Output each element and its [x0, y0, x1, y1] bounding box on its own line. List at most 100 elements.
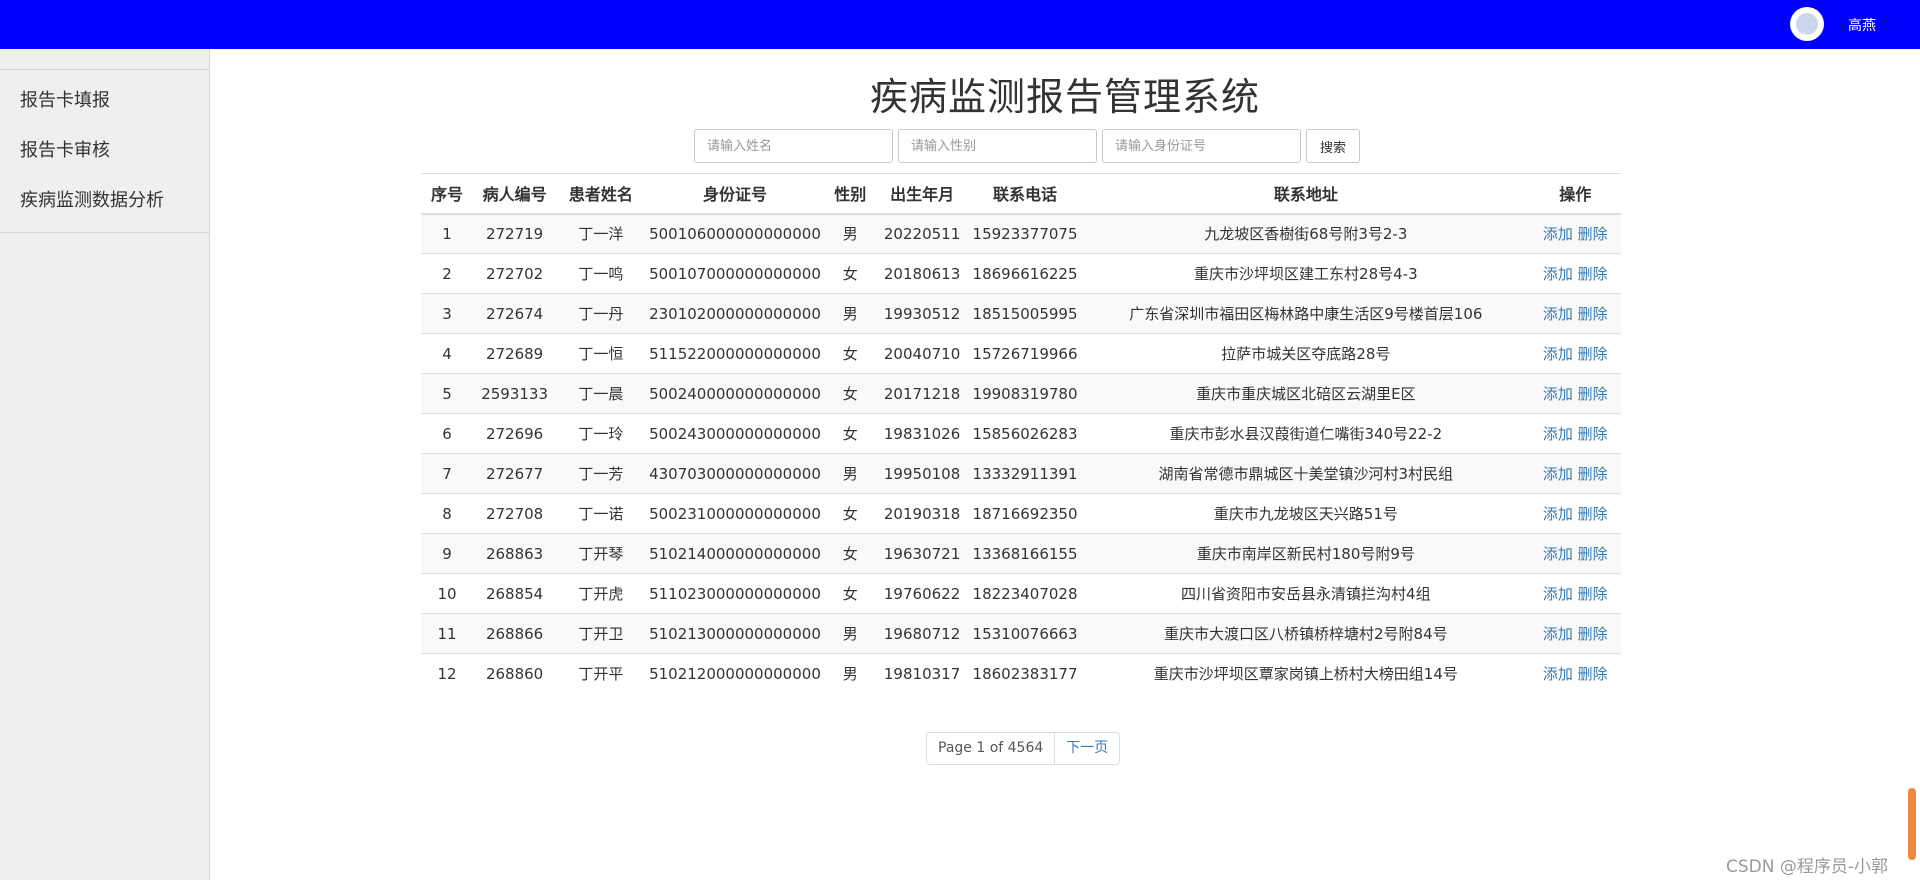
sidebar: 报告卡填报 报告卡审核 疾病监测数据分析 — [0, 49, 210, 880]
column-header: 序号 — [421, 173, 473, 215]
table-row: 5 2593133 丁一晨 500240000000000000 女 20171218 19… — [421, 373, 1621, 414]
table-cell: 20040710 — [876, 333, 968, 374]
table-cell: 丁一鸣 — [556, 253, 646, 294]
table-cell: 5 — [421, 373, 473, 414]
search-bar: 搜索 — [694, 129, 1360, 163]
add-link[interactable]: 添加 — [1543, 345, 1573, 363]
add-link[interactable]: 添加 — [1543, 385, 1573, 403]
table-row: 12 268860 丁开平 510212000000000000 男 19810317 18… — [421, 653, 1621, 694]
table-cell: 男 — [824, 613, 877, 654]
table-cell: 女 — [824, 413, 877, 454]
table-cell: 4 — [421, 333, 473, 374]
table-cell: 13368166155 — [967, 533, 1083, 574]
table-cell: 500106000000000000 — [645, 213, 825, 254]
table-cell: 3 — [421, 293, 473, 334]
delete-link[interactable]: 删除 — [1578, 385, 1608, 403]
table-cell: 510212000000000000 — [645, 653, 825, 694]
table-cell: 500243000000000000 — [645, 413, 825, 454]
table-cell: 男 — [824, 653, 877, 694]
top-navbar: bai 高燕 — [0, 0, 1920, 49]
table-cell: 九龙坡区香樹街68号附3号2-3 — [1082, 213, 1530, 254]
table-cell: 重庆市沙坪坝区建工东村28号4-3 — [1082, 253, 1530, 294]
delete-link[interactable]: 删除 — [1578, 345, 1608, 363]
table-cell: 9 — [421, 533, 473, 574]
column-header: 性别 — [824, 173, 877, 215]
table-cell: 女 — [824, 573, 877, 614]
column-header: 患者姓名 — [556, 173, 646, 215]
table-cell: 8 — [421, 493, 473, 534]
gender-search-input[interactable] — [898, 129, 1097, 163]
table-cell: 丁一诺 — [556, 493, 646, 534]
scrollbar-thumb[interactable] — [1908, 788, 1916, 860]
username[interactable]: 高燕 — [1848, 15, 1876, 35]
delete-link[interactable]: 删除 — [1578, 545, 1608, 563]
table-cell: 女 — [824, 533, 877, 574]
add-link[interactable]: 添加 — [1543, 465, 1573, 483]
table-row: 9 268863 丁开琴 510214000000000000 女 19630721 133… — [421, 533, 1621, 574]
table-cell: 19680712 — [876, 613, 968, 654]
table-cell: 丁开琴 — [556, 533, 646, 574]
table-cell: 丁一芳 — [556, 453, 646, 494]
table-cell: 18716692350 — [967, 493, 1083, 534]
sidebar-item-disease-data-analysis[interactable]: 疾病监测数据分析 — [0, 176, 209, 226]
table-cell: 19908319780 — [967, 373, 1083, 414]
sidebar-item-report-card-fill[interactable]: 报告卡填报 — [0, 76, 209, 126]
table-cell: 7 — [421, 453, 473, 494]
delete-link[interactable]: 删除 — [1578, 225, 1608, 243]
name-search-input[interactable] — [694, 129, 893, 163]
table-cell: 19630721 — [876, 533, 968, 574]
table-cell: 430703000000000000 — [645, 453, 825, 494]
table-cell: 15726719966 — [967, 333, 1083, 374]
delete-link[interactable]: 删除 — [1578, 265, 1608, 283]
delete-link[interactable]: 删除 — [1578, 305, 1608, 323]
add-link[interactable]: 添加 — [1543, 265, 1573, 283]
add-link[interactable]: 添加 — [1543, 225, 1573, 243]
table-cell: 268854 — [473, 573, 557, 614]
add-link[interactable]: 添加 — [1543, 665, 1573, 683]
table-cell: 510213000000000000 — [645, 613, 825, 654]
table-cell: 丁开卫 — [556, 613, 646, 654]
delete-link[interactable]: 删除 — [1578, 505, 1608, 523]
delete-link[interactable]: 删除 — [1578, 665, 1608, 683]
sidebar-menu: 报告卡填报 报告卡审核 疾病监测数据分析 — [0, 69, 209, 233]
actions-cell: 添加 删除 — [1529, 493, 1621, 534]
table-cell: 19950108 — [876, 453, 968, 494]
delete-link[interactable]: 删除 — [1578, 625, 1608, 643]
add-link[interactable]: 添加 — [1543, 425, 1573, 443]
pagination: Page 1 of 4564 下一页 — [926, 732, 1121, 765]
search-button[interactable]: 搜索 — [1306, 129, 1360, 163]
table-cell: 20171218 — [876, 373, 968, 414]
delete-link[interactable]: 删除 — [1578, 465, 1608, 483]
table-cell: 女 — [824, 373, 877, 414]
add-link[interactable]: 添加 — [1543, 305, 1573, 323]
column-header: 联系地址 — [1082, 173, 1530, 215]
add-link[interactable]: 添加 — [1543, 585, 1573, 603]
table-cell: 511522000000000000 — [645, 333, 825, 374]
table-cell: 18696616225 — [967, 253, 1083, 294]
actions-cell: 添加 删除 — [1529, 413, 1621, 454]
table-cell: 272696 — [473, 413, 557, 454]
actions-cell: 添加 删除 — [1529, 453, 1621, 494]
table-cell: 男 — [824, 213, 877, 254]
table-row: 1 272719 丁一洋 500106000000000000 男 20220511 159… — [421, 213, 1621, 254]
add-link[interactable]: 添加 — [1543, 625, 1573, 643]
sidebar-item-report-card-review[interactable]: 报告卡审核 — [0, 126, 209, 176]
table-cell: 丁一玲 — [556, 413, 646, 454]
table-cell: 18515005995 — [967, 293, 1083, 334]
table-cell: 230102000000000000 — [645, 293, 825, 334]
id-number-search-input[interactable] — [1102, 129, 1301, 163]
add-link[interactable]: 添加 — [1543, 505, 1573, 523]
table-cell: 272719 — [473, 213, 557, 254]
actions-cell: 添加 删除 — [1529, 253, 1621, 294]
table-cell: 500231000000000000 — [645, 493, 825, 534]
next-page-button[interactable]: 下一页 — [1054, 732, 1121, 765]
add-link[interactable]: 添加 — [1543, 545, 1573, 563]
delete-link[interactable]: 删除 — [1578, 585, 1608, 603]
avatar-alt-text: bai — [1803, 32, 1817, 42]
table-cell: 268860 — [473, 653, 557, 694]
table-cell: 15856026283 — [967, 413, 1083, 454]
actions-cell: 添加 删除 — [1529, 373, 1621, 414]
table-cell: 268863 — [473, 533, 557, 574]
actions-cell: 添加 删除 — [1529, 533, 1621, 574]
delete-link[interactable]: 删除 — [1578, 425, 1608, 443]
